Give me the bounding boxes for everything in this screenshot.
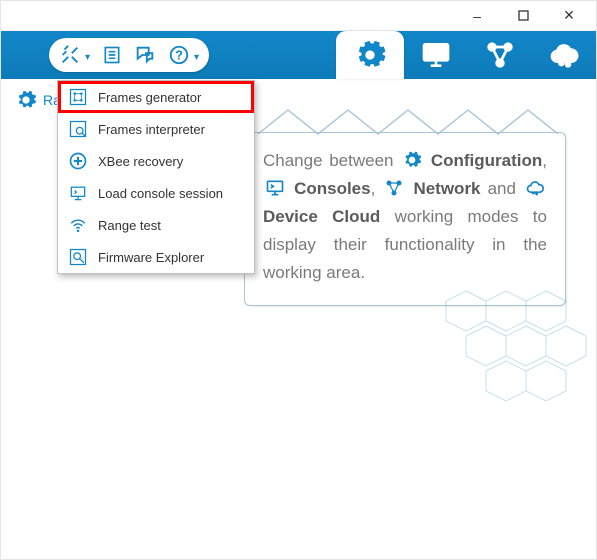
info-b1: Configuration (431, 151, 542, 170)
menu-item-range-test[interactable]: Range test (58, 209, 254, 241)
tools-menu-button[interactable] (59, 44, 90, 66)
info-text: Change between (263, 151, 400, 170)
cloud-icon (525, 178, 545, 198)
window-minimize-button[interactable]: – (454, 1, 500, 31)
gear-icon (402, 150, 422, 170)
menu-item-label: XBee recovery (98, 154, 183, 169)
window-titlebar: – × (1, 1, 596, 31)
menu-item-frames-interpreter[interactable]: Frames interpreter (58, 113, 254, 145)
menu-item-xbee-recovery[interactable]: XBee recovery (58, 145, 254, 177)
menu-item-label: Frames generator (98, 90, 201, 105)
list-button[interactable] (102, 44, 122, 66)
info-b3: Network (413, 179, 480, 198)
window-close-button[interactable]: × (546, 1, 592, 31)
menu-item-frames-generator[interactable]: Frames generator (58, 81, 254, 113)
info-bubble: Change between Configuration, Consoles, … (244, 132, 566, 306)
menu-item-label: Frames interpreter (98, 122, 205, 137)
mode-device-cloud-button[interactable] (532, 31, 596, 79)
mode-network-button[interactable] (468, 31, 532, 79)
info-b4: Device Cloud (263, 207, 380, 226)
svg-text:?: ? (175, 48, 183, 63)
menu-item-label: Load console session (98, 186, 223, 201)
menu-item-label: Firmware Explorer (98, 250, 204, 265)
mode-switcher (336, 31, 596, 79)
mode-configuration-button[interactable] (336, 31, 404, 79)
help-menu-button[interactable]: ? (168, 44, 199, 66)
window-maximize-button[interactable] (500, 1, 546, 31)
feedback-button[interactable] (134, 44, 156, 66)
info-b2: Consoles (294, 179, 371, 198)
main-toolbar: ? (1, 31, 596, 79)
mode-consoles-button[interactable] (404, 31, 468, 79)
tools-dropdown: Frames generator Frames interpreter XBee… (57, 80, 255, 274)
menu-item-load-console-session[interactable]: Load console session (58, 177, 254, 209)
console-icon (265, 178, 285, 198)
menu-item-label: Range test (98, 218, 161, 233)
toolbar-left-group: ? (49, 38, 209, 72)
menu-item-firmware-explorer[interactable]: Firmware Explorer (58, 241, 254, 273)
bubble-arrows (244, 107, 566, 135)
network-icon (384, 178, 404, 198)
